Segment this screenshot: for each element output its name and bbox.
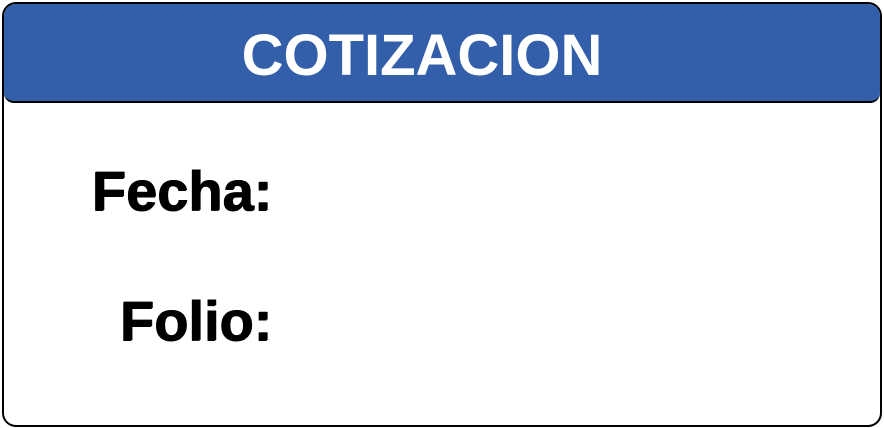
cotizacion-card: COTIZACION Fecha: Folio:	[2, 2, 882, 427]
fecha-label: Fecha:	[91, 159, 273, 222]
folio-label: Folio:	[119, 289, 272, 352]
document-title: COTIZACION	[241, 23, 603, 88]
card-header: COTIZACION	[4, 4, 880, 103]
